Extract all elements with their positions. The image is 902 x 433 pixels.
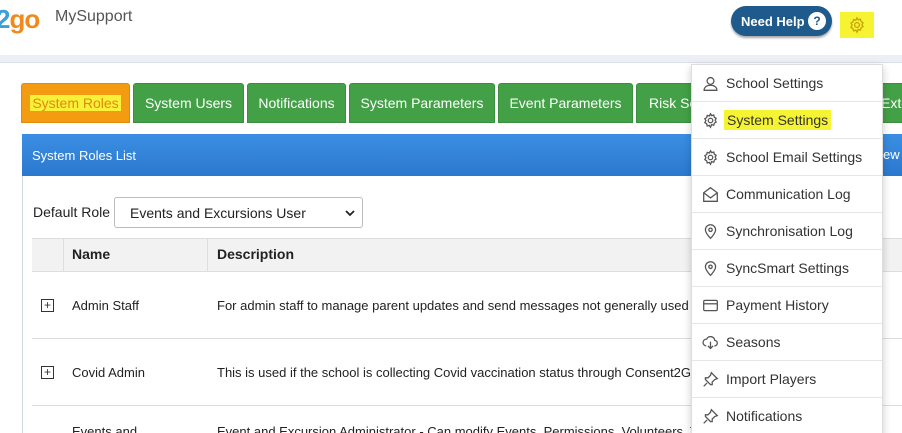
new-role-button[interactable]: ew: [883, 147, 900, 162]
menu-item-label: System Settings: [724, 110, 832, 130]
column-header-description[interactable]: Description: [217, 246, 294, 262]
need-help-label: Need Help: [741, 13, 805, 29]
role-name: Admin Staff: [72, 298, 139, 313]
tab-label: System Parameters: [360, 95, 484, 111]
tab-notifications[interactable]: Notifications: [247, 83, 346, 123]
menu-item-label: Import Players: [726, 371, 817, 387]
app-title: MySupport: [55, 8, 133, 25]
menu-item-label: Synchronisation Log: [726, 223, 853, 239]
tab-label: Event Parameters: [509, 95, 622, 111]
menu-item-label: School Settings: [726, 75, 824, 91]
tab-label: System Users: [144, 95, 233, 111]
menu-item-label: Payment History: [726, 297, 829, 313]
logo[interactable]: 2go: [0, 4, 40, 35]
role-description: Event and Excursion Administrator - Can …: [217, 424, 698, 433]
tab-label: Risk Se: [649, 95, 698, 111]
pushpin-icon: [703, 371, 719, 387]
menu-item-import-players[interactable]: Import Players: [692, 361, 882, 398]
column-header-name[interactable]: Name: [72, 246, 110, 262]
pushpin-icon: [703, 408, 719, 424]
cloud-download-icon: [702, 336, 718, 350]
expand-row-icon[interactable]: +: [41, 299, 54, 312]
menu-item-label: Communication Log: [726, 186, 851, 202]
tab-system-users[interactable]: System Users: [133, 83, 244, 123]
menu-item-school-settings[interactable]: School Settings: [692, 65, 882, 102]
menu-item-school-email-settings[interactable]: School Email Settings: [692, 139, 882, 176]
user-icon: [703, 76, 718, 91]
role-name: Covid Admin: [72, 365, 145, 380]
envelope-open-icon: [703, 186, 718, 202]
top-header: 2go MySupport Need Help ?: [0, 0, 902, 55]
gear-icon: [703, 149, 718, 166]
logo-go: go: [9, 4, 40, 34]
question-icon: ?: [808, 12, 826, 30]
menu-item-system-settings[interactable]: System Settings: [692, 102, 882, 139]
menu-item-synchronisation-log[interactable]: Synchronisation Log: [692, 213, 882, 250]
menu-item-label: School Email Settings: [726, 149, 863, 165]
settings-dropdown-menu: School Settings System Settings School E…: [691, 64, 883, 433]
tab-label: Notifications: [258, 95, 335, 111]
menu-item-communication-log[interactable]: Communication Log: [692, 176, 882, 213]
menu-item-seasons[interactable]: Seasons: [692, 324, 882, 361]
tab-system-parameters[interactable]: System Parameters: [349, 83, 495, 123]
role-description: For admin staff to manage parent updates…: [217, 298, 689, 313]
menu-item-label: Seasons: [726, 334, 781, 350]
gear-icon: [850, 16, 864, 34]
role-name: Events and: [72, 424, 138, 433]
menu-item-notifications[interactable]: Notifications: [692, 398, 882, 433]
menu-item-label: SyncSmart Settings: [726, 260, 849, 276]
location-pin-icon: [704, 224, 717, 240]
gear-icon: [703, 112, 718, 129]
menu-item-payment-history[interactable]: Payment History: [692, 287, 882, 324]
tab-label: System Roles: [30, 95, 121, 111]
menu-item-label: Notifications: [726, 408, 803, 424]
settings-gear-button[interactable]: [840, 12, 874, 38]
role-description: This is used if the school is collecting…: [217, 365, 692, 380]
default-role-value: Events and Excursions User: [130, 204, 306, 221]
default-role-select[interactable]: Events and Excursions User: [114, 197, 363, 228]
menu-item-syncsmart-settings[interactable]: SyncSmart Settings: [692, 250, 882, 287]
chevron-down-icon: [345, 210, 355, 217]
tab-label: Exte: [881, 95, 902, 111]
expand-row-icon[interactable]: +: [41, 366, 54, 379]
location-pin-icon: [704, 261, 717, 277]
tab-event-parameters[interactable]: Event Parameters: [498, 83, 633, 123]
tab-system-roles[interactable]: System Roles: [21, 83, 130, 123]
list-title: System Roles List: [32, 147, 137, 163]
need-help-button[interactable]: Need Help ?: [731, 6, 832, 36]
credit-card-icon: [703, 299, 718, 312]
default-role-label: Default Role: [33, 204, 111, 220]
